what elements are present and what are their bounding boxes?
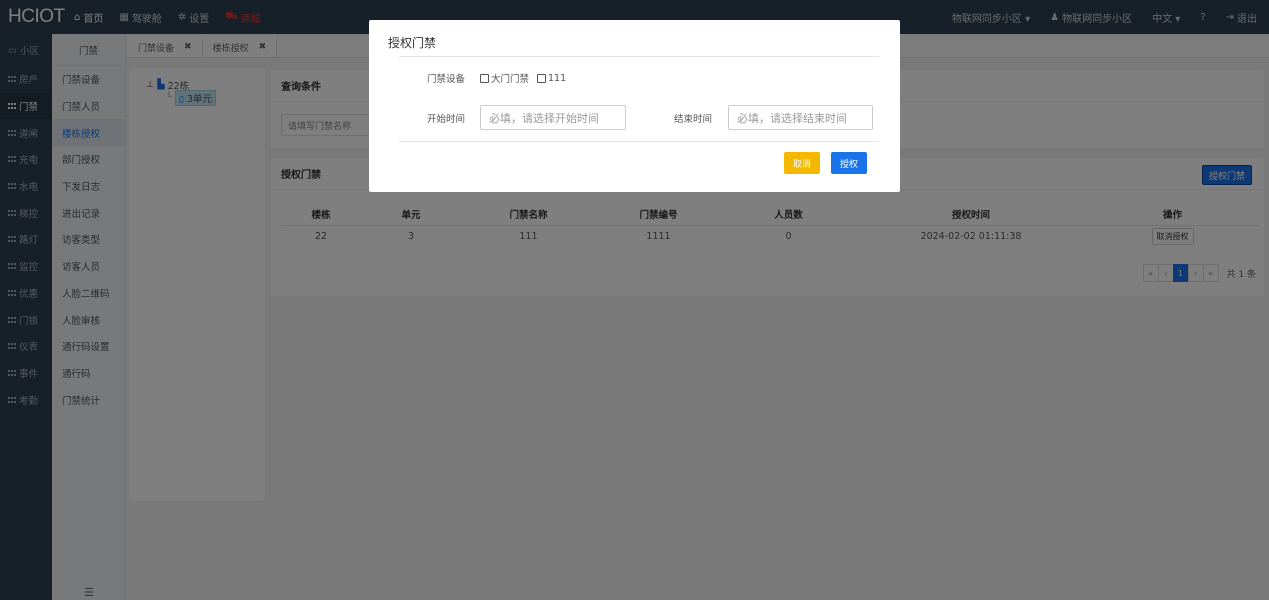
cancel-button[interactable]: 取消 [784, 152, 820, 174]
device-checkbox-main-gate[interactable]: 大门门禁 [480, 71, 529, 85]
start-time-input[interactable]: 必填，请选择开始时间 [480, 105, 626, 130]
modal-divider [399, 141, 879, 142]
device-row: 门禁设备 大门门禁 111 [427, 71, 574, 86]
device-label: 门禁设备 [427, 74, 466, 85]
modal-divider [399, 56, 879, 57]
authorize-button[interactable]: 授权 [831, 152, 867, 174]
end-time-input[interactable]: 必填，请选择结束时间 [728, 105, 873, 130]
device-checkbox-111[interactable]: 111 [537, 73, 566, 84]
checkbox-icon[interactable] [537, 73, 547, 83]
modal-title: 授权门禁 [388, 36, 437, 50]
device-option-label: 大门门禁 [491, 74, 530, 85]
checkbox-icon[interactable] [480, 73, 489, 83]
auth-modal: 授权门禁 门禁设备 大门门禁 111 开始时间 必填，请选择开始时间 结束时间 … [369, 20, 900, 192]
device-option-label: 111 [548, 72, 567, 84]
end-time-label: 结束时间 [674, 114, 713, 125]
start-time-label: 开始时间 [427, 114, 466, 125]
